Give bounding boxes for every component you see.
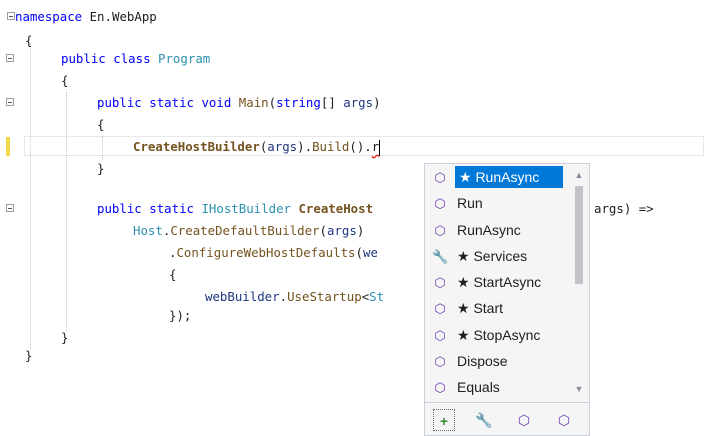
completion-item[interactable]: ⬡ ★ StopAsync [425, 322, 571, 348]
scroll-thumb[interactable] [575, 186, 583, 284]
extension-method-icon[interactable]: ⬡ [553, 409, 575, 431]
code-line: { [97, 117, 105, 132]
collapse-icon[interactable] [6, 98, 14, 106]
completion-item[interactable]: ⬡ ★ Start [425, 295, 571, 321]
collapse-icon[interactable] [6, 54, 14, 62]
code-line-current[interactable]: CreateHostBuilder(args).Build().r [0, 136, 704, 158]
completion-item[interactable]: ⬡ Run [425, 190, 571, 216]
scroll-up-icon[interactable]: ▲ [574, 170, 584, 180]
scroll-down-icon[interactable]: ▼ [574, 384, 584, 394]
completion-item[interactable]: ⬡ ★ StartAsync [425, 269, 571, 295]
code-line: public static IHostBuilder CreateHost ar… [0, 198, 704, 220]
extension-method-icon: ⬡ [434, 196, 446, 212]
completion-item[interactable]: ⬡ Dispose [425, 348, 571, 374]
code-line: namespace En.WebApp [0, 6, 704, 28]
completion-item[interactable]: 🔧 ★ Services [425, 243, 571, 269]
code-line: public static void Main(string[] args) [0, 92, 704, 114]
code-line: Host.CreateDefaultBuilder(args) [133, 223, 365, 238]
code-line: .ConfigureWebHostDefaults(we [169, 245, 378, 260]
collapse-icon[interactable] [7, 12, 15, 20]
completion-scrollbar[interactable]: ▲ ▼ [569, 164, 589, 404]
code-line: { [169, 267, 177, 282]
completion-filter-bar: + 🔧 ⬡ ⬡ [425, 402, 589, 436]
completion-item[interactable]: ⬡ Equals [425, 374, 571, 400]
intellisense-popup[interactable]: ⬡ ★ RunAsync ⬡ Run ⬡ RunAsync 🔧 ★ Servic… [424, 163, 590, 436]
completion-item[interactable]: ⬡ RunAsync [425, 217, 571, 243]
code-line: } [97, 161, 105, 176]
extension-method-icon: ⬡ [434, 170, 446, 185]
wrench-icon: 🔧 [432, 248, 449, 264]
method-icon: ⬡ [434, 275, 446, 291]
method-icon: ⬡ [434, 354, 446, 370]
code-line: { [61, 73, 69, 88]
method-icon: ⬡ [434, 327, 446, 343]
typed-text: r [371, 139, 380, 154]
code-line: }); [169, 308, 192, 323]
wrench-icon[interactable]: 🔧 [473, 409, 495, 431]
extension-method-icon: ⬡ [434, 301, 446, 317]
extension-method-icon: ⬡ [434, 222, 446, 238]
completion-item[interactable]: ⬡ ★ RunAsync [425, 164, 571, 190]
code-editor[interactable]: namespace En.WebApp { public class Progr… [0, 0, 704, 436]
completion-list[interactable]: ⬡ ★ RunAsync ⬡ Run ⬡ RunAsync 🔧 ★ Servic… [425, 164, 571, 401]
code-line: } [25, 348, 33, 363]
method-icon[interactable]: ⬡ [513, 409, 535, 431]
code-line: public class Program [0, 48, 704, 70]
text-caret [379, 139, 381, 156]
collapse-icon[interactable] [6, 204, 14, 212]
method-icon: ⬡ [434, 380, 446, 396]
expand-items-icon[interactable]: + [433, 409, 455, 431]
